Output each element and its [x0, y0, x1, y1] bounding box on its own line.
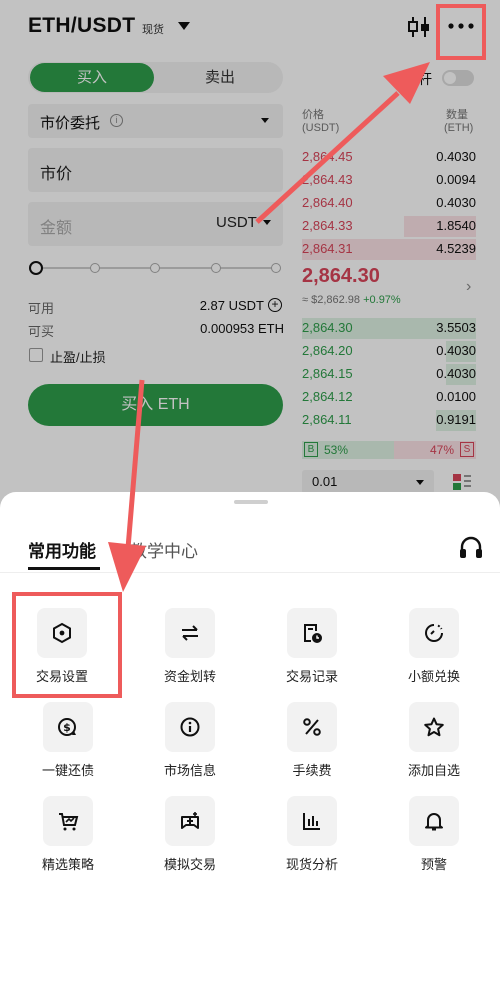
annotation-arrows	[108, 62, 430, 592]
